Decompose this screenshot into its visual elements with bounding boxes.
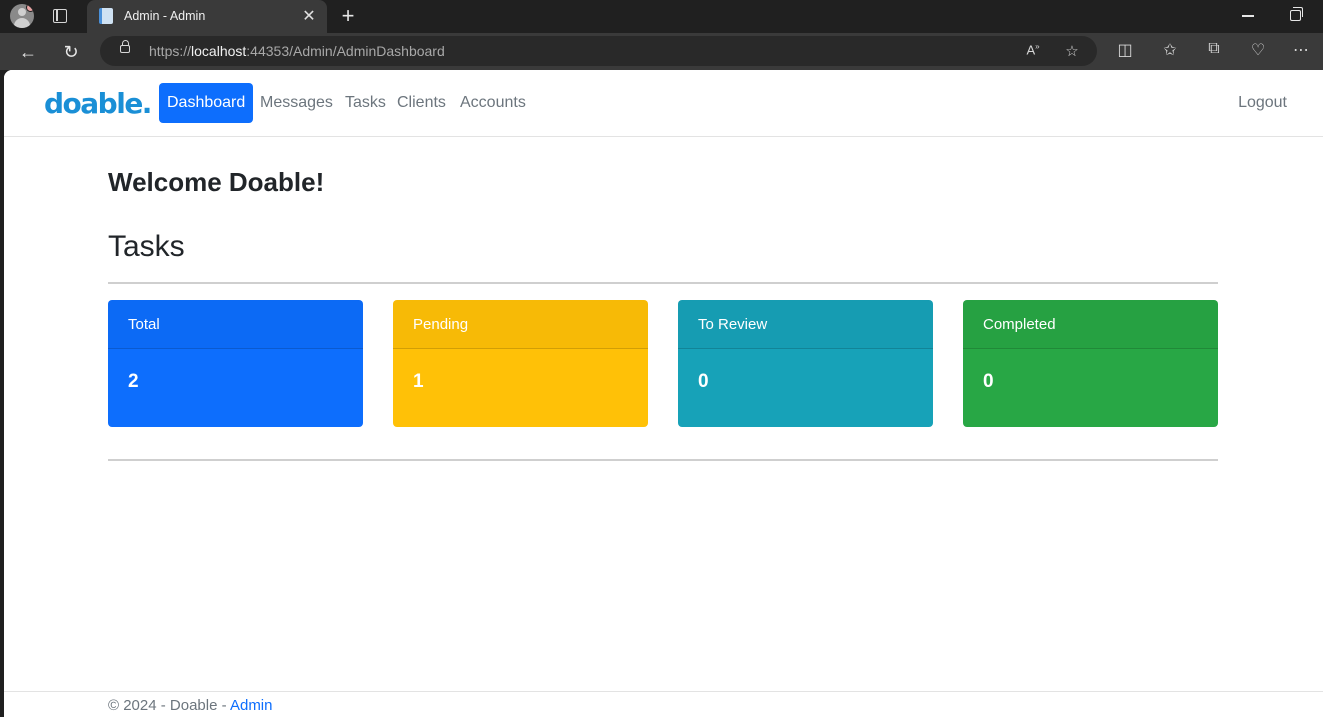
- nav-messages[interactable]: Messages: [260, 83, 333, 123]
- refresh-icon[interactable]: ↻: [58, 39, 84, 65]
- close-tab-icon[interactable]: ✕: [301, 6, 317, 26]
- page-viewport: doable. Dashboard Messages Tasks Clients…: [4, 70, 1323, 717]
- profile-avatar-icon[interactable]: [10, 4, 34, 28]
- card-value: 2: [128, 371, 139, 392]
- lock-icon[interactable]: [120, 40, 130, 53]
- tab-title: Admin - Admin: [124, 9, 206, 23]
- read-aloud-icon[interactable]: A»: [1023, 42, 1043, 57]
- browser-essentials-icon[interactable]: ♡: [1247, 40, 1269, 60]
- page-favicon-icon: [99, 8, 113, 24]
- favorites-icon[interactable]: ✩: [1159, 40, 1181, 60]
- card-label: Total: [108, 300, 363, 349]
- card-label: Completed: [963, 300, 1218, 349]
- nav-logout[interactable]: Logout: [1238, 83, 1287, 123]
- nav-tasks[interactable]: Tasks: [345, 83, 386, 123]
- new-tab-button[interactable]: +: [338, 3, 358, 29]
- task-card-total: Total 2: [108, 300, 363, 427]
- nav-accounts[interactable]: Accounts: [460, 83, 526, 123]
- browser-tab[interactable]: Admin - Admin ✕: [87, 0, 327, 33]
- footer-text: © 2024 - Doable - Admin: [108, 697, 273, 714]
- more-options-icon[interactable]: ⋯: [1290, 40, 1312, 60]
- browser-titlebar: Admin - Admin ✕ +: [0, 0, 1323, 33]
- minimize-window-icon[interactable]: [1242, 15, 1254, 17]
- top-divider: [108, 282, 1218, 284]
- favorite-star-icon[interactable]: ☆: [1062, 42, 1082, 60]
- brand-logo[interactable]: doable.: [44, 87, 152, 120]
- card-value: 1: [413, 371, 424, 392]
- task-card-to-review: To Review 0: [678, 300, 933, 427]
- task-card-completed: Completed 0: [963, 300, 1218, 427]
- url-text[interactable]: https://localhost:44353/Admin/AdminDashb…: [149, 43, 445, 59]
- welcome-heading: Welcome Doable!: [108, 167, 325, 197]
- card-label: Pending: [393, 300, 648, 349]
- tab-actions-icon[interactable]: [53, 9, 67, 23]
- card-label: To Review: [678, 300, 933, 349]
- tasks-section-title: Tasks: [108, 230, 185, 263]
- page-footer: © 2024 - Doable - Admin: [4, 691, 1323, 717]
- footer-admin-link[interactable]: Admin: [230, 697, 273, 714]
- restore-window-icon[interactable]: [1290, 7, 1303, 21]
- card-value: 0: [983, 371, 994, 392]
- address-bar[interactable]: https://localhost:44353/Admin/AdminDashb…: [100, 36, 1097, 66]
- nav-clients[interactable]: Clients: [397, 83, 446, 123]
- bottom-divider: [108, 459, 1218, 461]
- split-screen-icon[interactable]: ◫: [1114, 40, 1136, 60]
- nav-dashboard[interactable]: Dashboard: [159, 83, 254, 123]
- back-arrow-icon[interactable]: ←: [15, 39, 41, 65]
- card-value: 0: [698, 371, 709, 392]
- collections-icon[interactable]: ⧉: [1203, 40, 1225, 58]
- task-card-pending: Pending 1: [393, 300, 648, 427]
- top-navbar: doable. Dashboard Messages Tasks Clients…: [4, 70, 1323, 137]
